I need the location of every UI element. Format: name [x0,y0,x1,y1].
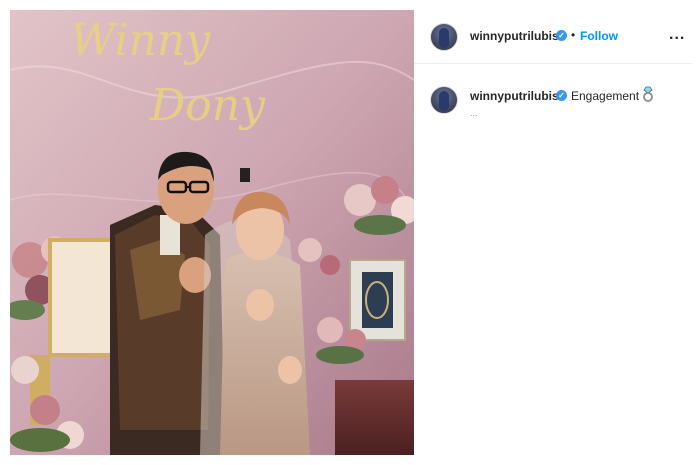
more-options-icon[interactable]: ... [669,26,685,44]
caption-username[interactable]: winnyputrilubis [470,89,559,103]
backdrop-name-2: Dony [149,80,266,131]
header-username[interactable]: winnyputrilubis [470,29,559,43]
verified-badge-icon: ✓ [556,30,567,41]
follow-button[interactable]: Follow [580,29,618,43]
post-photo[interactable]: Winny Dony [10,10,414,455]
caption-text: Engagement [571,89,640,103]
backdrop-name-1: Winny [70,15,211,66]
post-sidebar: winnyputrilubis ✓ • Follow ... winnyputr… [414,10,692,455]
profile-avatar[interactable] [430,23,458,51]
instagram-embed: Winny Dony winnyputrilubis ✓ • Follow ..… [0,0,700,465]
header-separator: • [571,28,576,42]
caption-avatar[interactable] [430,86,458,114]
caption-more-text: ... [470,108,478,118]
caption-verified-badge-icon: ✓ [556,90,567,101]
ring-icon [643,86,653,102]
engagement-photo: Winny Dony [10,10,414,455]
post-header: winnyputrilubis ✓ • Follow ... [414,10,692,64]
